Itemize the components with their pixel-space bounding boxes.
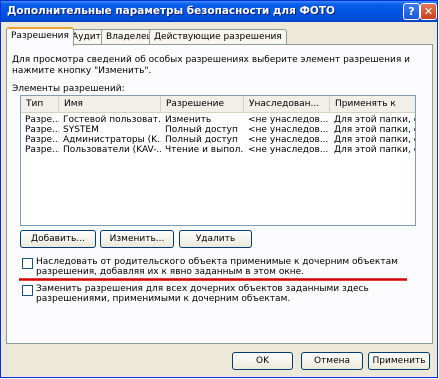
cell-type: Разре... (25, 145, 59, 155)
table-row[interactable]: Разре... Администраторы (K... Полный дос… (21, 135, 415, 145)
column-header-type[interactable]: Тип (21, 96, 59, 112)
inherit-permissions-label: Наследовать от родительского объекта при… (36, 257, 398, 277)
edit-button[interactable]: Изменить... (100, 230, 174, 248)
description-text: Для просмотра сведений об особых разреше… (12, 55, 410, 76)
ok-button[interactable]: OK (232, 352, 293, 370)
add-button[interactable]: Добавить... (20, 230, 96, 248)
column-header-apply-to[interactable]: Применять к (330, 96, 415, 112)
column-header-name[interactable]: Имя (59, 96, 161, 112)
red-annotation-underline (19, 278, 407, 281)
cell-name: Пользователи (KAV-... (63, 145, 161, 155)
cell-permission: Полный доступ (165, 135, 238, 145)
tab-label: Владелец (106, 32, 153, 42)
window-title: Дополнительные параметры безопасности дл… (7, 5, 335, 17)
inherit-permissions-checkbox[interactable] (22, 258, 33, 269)
cell-name: Администраторы (K... (63, 135, 161, 145)
permission-entries-list[interactable]: Тип Имя Разрешение Унаследован... Примен… (20, 95, 416, 226)
permission-entries-label: Элементы разрешений: (12, 84, 125, 94)
table-row[interactable]: Разре... Пользователи (KAV-... Чтение и … (21, 145, 415, 155)
cell-apply-to: Для этой папки, ее ... (334, 115, 415, 125)
cell-type: Разре... (25, 125, 59, 135)
cell-inherited: <не унаследов... (248, 145, 329, 155)
cell-type: Разре... (25, 135, 59, 145)
help-icon: ? (408, 5, 415, 18)
close-button[interactable]: ✕ (420, 3, 437, 20)
cell-inherited: <не унаследов... (248, 115, 329, 125)
tab-effective-permissions[interactable]: Действующие разрешения (149, 29, 287, 45)
help-button[interactable]: ? (403, 3, 420, 20)
cell-apply-to: Для этой папки, ее ... (334, 135, 415, 145)
remove-button[interactable]: Удалить (179, 230, 252, 248)
title-bar: Дополнительные параметры безопасности дл… (1, 1, 437, 22)
cell-permission: Чтение и выпол... (165, 145, 244, 155)
table-row[interactable]: Разре... Гостевой пользоват... Изменить … (21, 115, 415, 125)
security-dialog: Дополнительные параметры безопасности дл… (0, 0, 438, 378)
cell-apply-to: Для этой папки, ее ... (334, 145, 415, 155)
replace-child-permissions-checkbox[interactable] (22, 285, 33, 296)
cell-name: SYSTEM (63, 125, 99, 135)
column-header-permission[interactable]: Разрешение (161, 96, 244, 112)
table-row[interactable]: Разре... SYSTEM Полный доступ <не унасле… (21, 125, 415, 135)
column-header-inherited[interactable]: Унаследован... (244, 96, 330, 112)
tab-label: Действующие разрешения (154, 32, 282, 42)
cell-apply-to: Для этой папки, ее ... (334, 125, 415, 135)
list-header: Тип Имя Разрешение Унаследован... Примен… (21, 96, 415, 113)
cell-type: Разре... (25, 115, 59, 125)
cell-name: Гостевой пользоват... (63, 115, 161, 125)
tab-label: Аудит (72, 32, 101, 42)
tab-permissions[interactable]: Разрешения (6, 27, 74, 46)
cell-inherited: <не унаследов... (248, 125, 329, 135)
tab-label: Разрешения (11, 31, 69, 41)
cell-permission: Изменить (165, 115, 212, 125)
replace-child-permissions-label: Заменить разрешения для всех дочерних об… (36, 284, 369, 304)
close-icon: ✕ (423, 5, 434, 18)
cell-inherited: <не унаследов... (248, 135, 329, 145)
apply-button[interactable]: Применить (368, 352, 430, 370)
cancel-button[interactable]: Отмена (301, 352, 363, 370)
cell-permission: Полный доступ (165, 125, 238, 135)
